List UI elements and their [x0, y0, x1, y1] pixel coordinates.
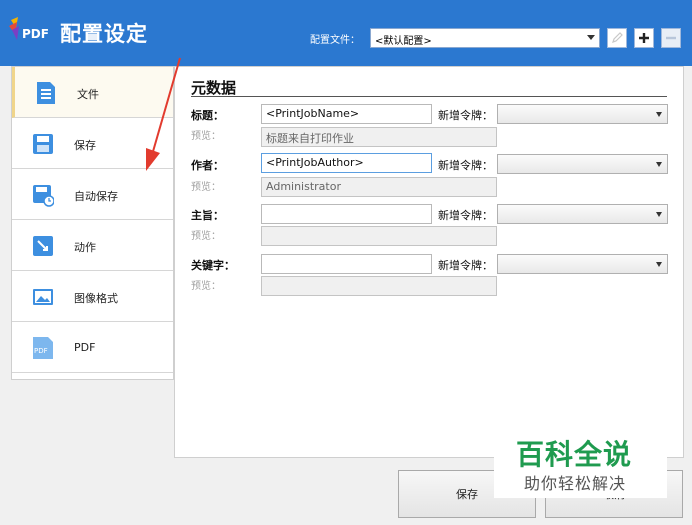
title-label: 标题：: [191, 109, 224, 122]
add-profile-button[interactable]: [634, 28, 654, 48]
title-token-label: 新增令牌：: [438, 109, 493, 122]
sidebar-item-file[interactable]: 文件: [12, 67, 173, 118]
metadata-panel: 元数据 标题： <PrintJobName> 新增令牌： 预览： 标题来自打印作…: [174, 66, 684, 458]
watermark-title: 百科全说: [516, 438, 633, 471]
subject-preview-label: 预览：: [191, 231, 221, 242]
sidebar-item-autosave[interactable]: 自动保存: [12, 169, 173, 220]
autosave-icon: [33, 185, 54, 207]
profile-label: 配置文件：: [310, 35, 360, 46]
image-icon: [33, 289, 53, 305]
keywords-label: 关键字：: [191, 259, 235, 272]
title-preview-label: 预览：: [191, 131, 221, 142]
profile-select[interactable]: <默认配置>: [370, 28, 600, 48]
sidebar-item-image-format[interactable]: 图像格式: [12, 271, 173, 322]
watermark: 百科全说 助你轻松解决: [494, 415, 667, 498]
sidebar-item-label: 图像格式: [74, 292, 118, 305]
sidebar-item-save[interactable]: 保存: [12, 118, 173, 169]
keywords-input[interactable]: [261, 254, 432, 274]
subject-label: 主旨：: [191, 209, 224, 222]
author-label: 作者：: [191, 159, 224, 172]
author-token-label: 新增令牌：: [438, 159, 493, 172]
action-icon: [33, 236, 53, 256]
title-input[interactable]: <PrintJobName>: [261, 104, 432, 124]
document-icon: [37, 82, 55, 104]
keywords-token-select[interactable]: [497, 254, 668, 274]
sidebar-item-label: 保存: [74, 139, 96, 152]
section-divider: [191, 96, 667, 97]
pdf-logo-icon: PDF: [9, 17, 49, 41]
app-title: 配置设定: [60, 22, 148, 46]
app-window: PDF 配置设定 配置文件： <默认配置> 文件 保存 自动保存 动作 图像格式…: [0, 0, 692, 525]
plus-icon: [639, 33, 649, 43]
watermark-subtitle: 助你轻松解决: [524, 474, 627, 493]
subject-input[interactable]: [261, 204, 432, 224]
profile-select-value: <默认配置>: [375, 36, 432, 47]
author-token-select[interactable]: [497, 154, 668, 174]
keywords-preview: [261, 276, 497, 296]
subject-token-select[interactable]: [497, 204, 668, 224]
save-icon: [33, 134, 53, 154]
remove-profile-button[interactable]: [661, 28, 681, 48]
keywords-preview-label: 预览：: [191, 281, 221, 292]
title-bar: PDF 配置设定 配置文件： <默认配置>: [0, 0, 692, 66]
title-token-select[interactable]: [497, 104, 668, 124]
svg-text:PDF: PDF: [34, 347, 48, 355]
pencil-icon: [612, 32, 623, 43]
chevron-down-icon: [656, 212, 662, 217]
chevron-down-icon: [587, 35, 595, 40]
author-input[interactable]: <PrintJobAuthor>: [261, 153, 432, 173]
subject-preview: [261, 226, 497, 246]
section-title: 元数据: [191, 79, 237, 97]
svg-text:PDF: PDF: [22, 27, 49, 41]
sidebar-item-action[interactable]: 动作: [12, 220, 173, 271]
keywords-token-label: 新增令牌：: [438, 259, 493, 272]
sidebar: 文件 保存 自动保存 动作 图像格式 PDF PDF: [11, 66, 174, 380]
author-preview-label: 预览：: [191, 182, 221, 193]
minus-icon: [666, 36, 676, 40]
title-preview: 标题来自打印作业: [261, 127, 497, 147]
chevron-down-icon: [656, 112, 662, 117]
chevron-down-icon: [656, 162, 662, 167]
chevron-down-icon: [656, 262, 662, 267]
sidebar-item-label: 自动保存: [74, 190, 118, 203]
author-preview: Administrator: [261, 177, 497, 197]
sidebar-item-label: 动作: [74, 241, 96, 254]
edit-profile-button[interactable]: [607, 28, 627, 48]
sidebar-item-label: PDF: [74, 341, 96, 354]
sidebar-item-label: 文件: [77, 88, 99, 101]
pdf-icon: PDF: [33, 337, 53, 359]
subject-token-label: 新增令牌：: [438, 209, 493, 222]
sidebar-item-pdf[interactable]: PDF PDF: [12, 322, 173, 373]
